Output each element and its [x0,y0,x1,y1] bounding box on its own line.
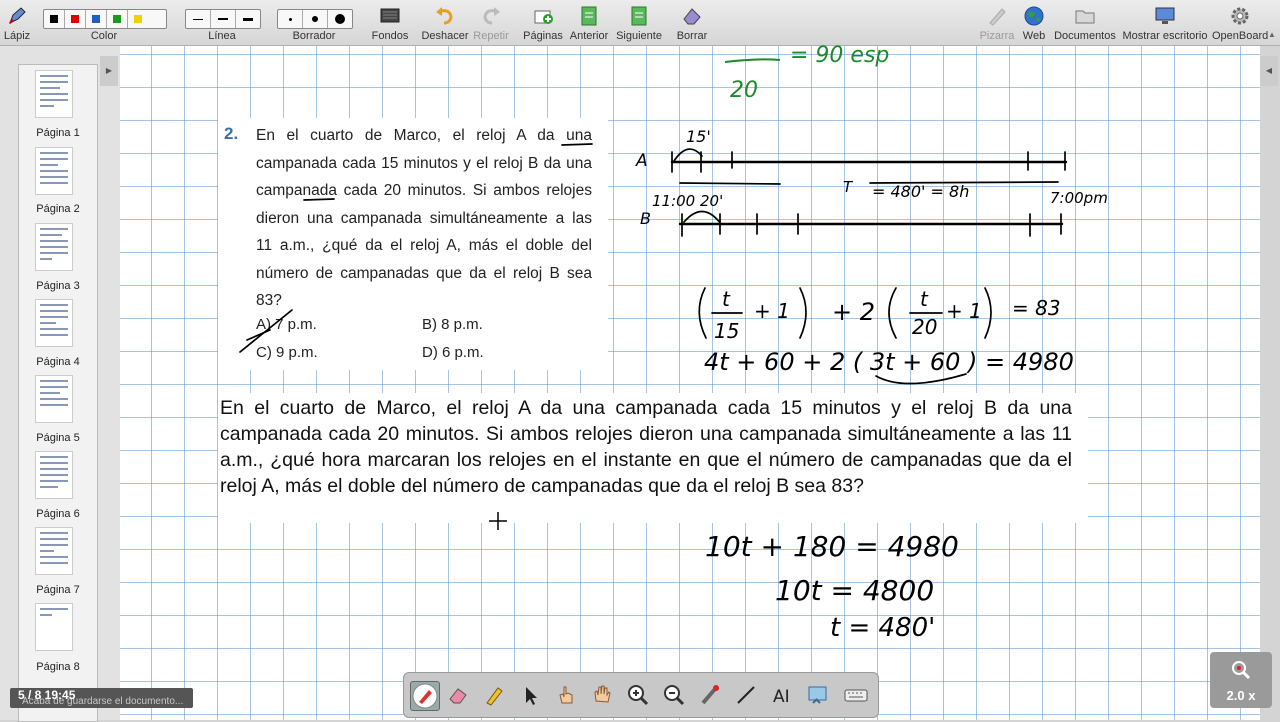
ink-label-end: 7:00pm [1050,189,1108,207]
highlighter-icon [486,687,503,706]
ink-eq2: 4t + 60 + 2 ( 3t + 60 ) = 4980 [704,348,1074,376]
zoom-out-tool-button[interactable] [660,681,688,709]
pen-icon [412,683,438,709]
ink-label-a: A [635,151,648,171]
ink-equation-1: t 15 + 1 + 2 t 20 + 1 = 83 [698,287,1061,343]
line-icon [737,686,755,704]
zoom-in-tool-button[interactable] [624,681,652,709]
ink-label-total: = 480' = 8h [872,182,969,201]
ink-label-start: 11:00 20' [652,192,723,210]
ink-timeline-a: A 15' [635,127,1068,185]
hand-pointer-icon [559,686,573,704]
ink-top-fraction: 20 = 90 esp [724,43,889,103]
svg-text:+ 1: + 1 [946,299,982,323]
hand-icon [594,685,611,703]
ink-total-bracket [869,181,1059,184]
line-tool-button[interactable] [732,681,760,709]
capture-tool-button[interactable] [804,681,832,709]
status-bar: Acaba de guardarse el documento... 5 / 8… [10,688,193,708]
svg-text:15: 15 [714,319,739,343]
crosshair-cursor-icon [489,512,507,530]
ink-eq3: 10t + 180 = 4980 [705,530,959,563]
text-icon: AI [773,687,790,707]
svg-text:AI: AI [773,687,790,707]
ink-timeline-b: B [640,209,1064,237]
zoom-level: 2.0 x [1226,688,1256,703]
page-indicator: 5 / 8 19:45 [18,688,76,702]
ink-equation-2: 4t + 60 + 2 ( 3t + 60 ) = 4980 [704,348,1074,385]
magnifier-icon [1232,661,1251,680]
keyboard-icon [844,689,868,702]
arrow-pointer-icon [526,687,537,705]
ink-label-b: B [640,209,651,228]
ink-eq1-rhs: = 83 [1012,296,1061,320]
capture-icon [808,686,827,704]
svg-text:20: 20 [912,315,937,339]
svg-text:t: t [920,287,929,311]
zoom-indicator[interactable]: 2.0 x [1210,652,1272,708]
ink-underline-una-1 [561,143,593,146]
ink-underline-una-2 [303,198,335,201]
virtual-keyboard-button[interactable] [842,681,870,709]
ink-eq4: 10t = 4800 [775,574,934,607]
zoom-out-icon [664,685,685,706]
zoom-in-icon [628,685,649,706]
svg-text:+ 2: + 2 [832,298,875,326]
eraser-icon [449,688,467,704]
ink-top-fraction-rest: = 90 esp [790,43,889,68]
stylus-palette: AI [403,672,879,718]
svg-text:+ 1: + 1 [754,299,790,323]
selector-tool-button[interactable] [516,681,544,709]
eraser-tool-button[interactable] [444,681,472,709]
svg-text:t: t [722,287,731,311]
laser-pointer-icon [701,685,719,705]
ink-label-t: T [843,178,854,196]
ink-label-15: 15' [686,127,711,146]
ink-top-fraction-den: 20 [730,78,758,103]
ink-strike-option-a-2 [246,329,271,341]
ink-eq5: t = 480' [830,613,935,643]
play-tool-button[interactable] [552,681,580,709]
hand-tool-button[interactable] [588,681,616,709]
text-tool-button[interactable]: AI [768,681,796,709]
pen-tool-button[interactable] [410,681,440,711]
laser-pointer-tool-button[interactable] [696,681,724,709]
handwriting-layer: 20 = 90 esp A 15' 11:00 20' T = 480' = 8… [239,43,1108,643]
highlighter-tool-button[interactable] [480,681,508,709]
